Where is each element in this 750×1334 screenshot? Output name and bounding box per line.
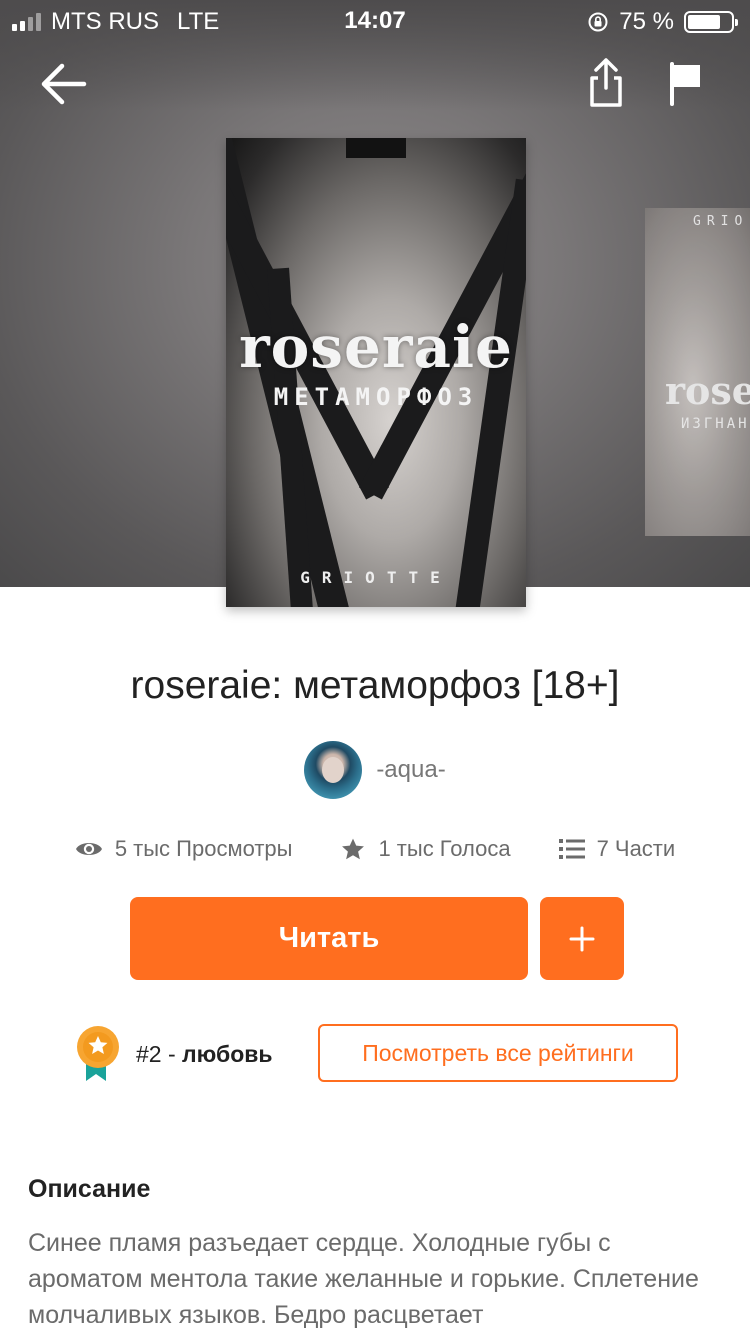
rank-number: #2	[136, 1040, 162, 1067]
views-count: 5 тыс Просмотры	[114, 836, 293, 861]
stat-parts: 7 Части	[558, 836, 676, 862]
share-button[interactable]	[584, 56, 628, 110]
eye-icon	[75, 843, 102, 855]
report-button[interactable]	[666, 60, 706, 108]
story-title: roseraie: метаморфоз [18+]	[130, 664, 620, 707]
rotation-lock-icon	[588, 12, 608, 32]
next-cover-author: GRIO	[693, 214, 749, 229]
cover-author: GRIOTTE	[300, 568, 452, 587]
next-story-cover[interactable]: GRIO rose ИЗГНАНИ	[645, 208, 750, 536]
stat-views: 5 тыс Просмотры	[75, 836, 293, 862]
rank-text: #2 - любовь	[136, 1041, 273, 1068]
share-icon	[590, 58, 622, 107]
author-avatar[interactable]	[304, 741, 363, 799]
flag-icon	[670, 62, 700, 106]
status-bar: MTS RUS LTE 14:07 75 %	[0, 0, 750, 42]
stat-votes: 1 тыс Голоса	[340, 836, 511, 862]
back-button[interactable]	[38, 60, 90, 108]
battery-icon	[684, 11, 738, 33]
next-cover-title: rose	[665, 368, 750, 413]
cover-title: roseraie	[239, 313, 513, 381]
read-button[interactable]: Читать	[130, 897, 528, 980]
award-badge-icon	[74, 1025, 122, 1083]
rank-category: любовь	[182, 1040, 273, 1067]
votes-count: 1 тыс Голоса	[378, 836, 511, 861]
battery-level-fill	[688, 15, 720, 29]
battery-percent: 75 %	[619, 8, 674, 35]
list-icon	[558, 839, 585, 859]
ranking-row: #2 - любовь	[74, 1024, 273, 1084]
author-row[interactable]: -aqua-	[0, 740, 750, 800]
add-to-library-button[interactable]	[540, 897, 624, 980]
parts-count: 7 Части	[596, 836, 676, 861]
status-right: 75 %	[587, 8, 738, 36]
rank-separator: -	[161, 1040, 183, 1067]
next-cover-subtitle: ИЗГНАНИ	[681, 416, 750, 432]
view-all-ratings-button[interactable]: Посмотреть все рейтинги	[318, 1024, 678, 1082]
star-icon	[342, 838, 365, 859]
cover-subtitle: МЕТАМОРФОЗ	[273, 383, 479, 411]
story-stats: 5 тыс Просмотры 1 тыс Голоса 7 Части	[0, 832, 750, 866]
description-heading: Описание	[28, 1175, 151, 1203]
arrow-left-icon	[41, 63, 87, 105]
author-name[interactable]: -aqua-	[376, 756, 445, 784]
description-text: Синее пламя разъедает сердце. Холодные г…	[28, 1229, 699, 1329]
story-cover[interactable]: roseraie МЕТАМОРФОЗ GRIOTTE	[226, 138, 526, 607]
plus-icon	[569, 926, 595, 951]
